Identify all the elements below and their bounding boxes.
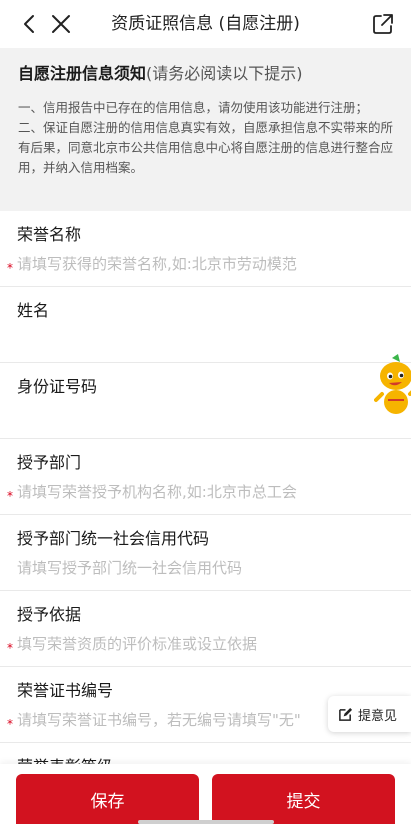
notice-heading: 自愿注册信息须知(请务必阅读以下提示) bbox=[18, 62, 395, 86]
required-mark: * bbox=[7, 717, 13, 731]
top-bar: 资质证照信息 (自愿注册) bbox=[0, 0, 411, 48]
save-button[interactable]: 保存 bbox=[16, 774, 199, 824]
notice-title: 自愿注册信息须知 bbox=[18, 64, 147, 83]
field-dept-credit-code: 授予部门统一社会信用代码 bbox=[0, 515, 411, 591]
notice-hint: (请务必阅读以下提示) bbox=[146, 64, 303, 83]
field-label: 授予依据 bbox=[17, 605, 82, 624]
field-label: 授予部门 bbox=[17, 453, 82, 472]
dept-credit-code-input[interactable] bbox=[17, 555, 317, 581]
field-awarding-dept: 授予部门 * bbox=[0, 439, 411, 515]
notice-line-1: 一、信用报告中已存在的信用信息，请勿使用该功能进行注册； bbox=[18, 100, 369, 115]
field-name: 姓名 bbox=[0, 287, 411, 363]
field-honor-name: 荣誉名称 * bbox=[0, 211, 411, 287]
notice-body: 一、信用报告中已存在的信用信息，请勿使用该功能进行注册； 二、保证自愿注册的信用… bbox=[18, 98, 395, 178]
honor-name-input[interactable] bbox=[17, 251, 317, 277]
edit-icon bbox=[339, 707, 353, 721]
field-label: 身份证号码 bbox=[17, 377, 98, 396]
field-id-number: 身份证号码 bbox=[0, 363, 411, 439]
id-number-input[interactable] bbox=[17, 403, 317, 429]
required-mark: * bbox=[7, 489, 13, 503]
home-indicator bbox=[138, 820, 274, 824]
registration-notice: 自愿注册信息须知(请务必阅读以下提示) 一、信用报告中已存在的信用信息，请勿使用… bbox=[0, 48, 411, 211]
bottom-action-bar: 保存 提交 bbox=[0, 764, 411, 824]
page-title: 资质证照信息 (自愿注册) bbox=[111, 14, 300, 34]
name-input[interactable] bbox=[17, 327, 317, 353]
mascot-icon[interactable] bbox=[374, 354, 411, 416]
award-basis-input[interactable] bbox=[17, 631, 317, 657]
required-mark: * bbox=[7, 261, 13, 275]
external-link-icon[interactable] bbox=[371, 12, 395, 36]
field-label: 姓名 bbox=[17, 301, 50, 320]
required-mark: * bbox=[7, 641, 13, 655]
field-label: 荣誉名称 bbox=[17, 225, 82, 244]
field-label: 荣誉证书编号 bbox=[17, 681, 114, 700]
certificate-number-input[interactable] bbox=[17, 707, 317, 733]
feedback-button[interactable]: 提意见 bbox=[328, 696, 411, 732]
field-award-basis: 授予依据 * bbox=[0, 591, 411, 667]
feedback-label: 提意见 bbox=[358, 708, 398, 724]
submit-button[interactable]: 提交 bbox=[212, 774, 395, 824]
field-label: 授予部门统一社会信用代码 bbox=[17, 529, 210, 548]
notice-line-2: 二、保证自愿注册的信用信息真实有效，自愿承担信息不实带来的所有后果，同意北京市公… bbox=[18, 120, 394, 175]
awarding-dept-input[interactable] bbox=[17, 479, 317, 505]
